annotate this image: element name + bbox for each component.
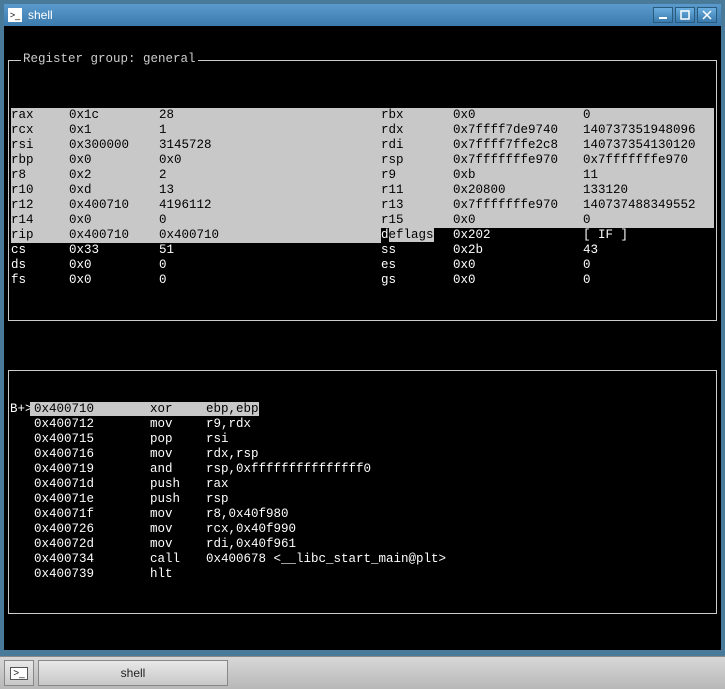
asm-row: 0x400726movrcx,0x40f990 [10, 522, 715, 537]
asm-row: 0x400734call0x400678 <__libc_start_main@… [10, 552, 715, 567]
terminal-content[interactable]: Register group: general rax0x1c28rbx0x00… [4, 26, 721, 650]
register-row: fs0x00gs0x00 [11, 273, 714, 288]
register-row: ds0x00es0x00 [11, 258, 714, 273]
register-row: rsi0x3000003145728rdi0x7ffff7ffe2c814073… [11, 138, 714, 153]
asm-row: 0x40071fmovr8,0x40f980 [10, 507, 715, 522]
asm-row: 0x400719andrsp,0xfffffffffffffff0 [10, 462, 715, 477]
register-row: rax0x1c28rbx0x00 [11, 108, 714, 123]
taskbar-task-shell[interactable]: shell [38, 660, 228, 686]
taskbar: >_ shell [0, 656, 725, 689]
register-row: cs0x3351ss0x2b43 [11, 243, 714, 258]
asm-row: 0x400715poprsi [10, 432, 715, 447]
asm-row: 0x40071dpushrax [10, 477, 715, 492]
register-row: r80x22r90xb11 [11, 168, 714, 183]
register-row: rip0x4007100x400710deflags0x202[ IF ] [11, 228, 714, 243]
register-row: r120x4007104196112r130x7fffffffe97014073… [11, 198, 714, 213]
maximize-button[interactable] [675, 7, 695, 23]
disassembly-panel: B+>0x400710xorebp,ebp0x400712movr9,rdx0x… [8, 370, 717, 614]
register-panel: Register group: general rax0x1c28rbx0x00… [8, 60, 717, 321]
minimize-button[interactable] [653, 7, 673, 23]
terminal-window: >_ shell Register group: general rax0x1c… [3, 3, 722, 651]
register-row: r140x00r150x00 [11, 213, 714, 228]
app-icon: >_ [8, 8, 22, 22]
asm-row: 0x40072dmovrdi,0x40f961 [10, 537, 715, 552]
asm-row: 0x400712movr9,rdx [10, 417, 715, 432]
asm-row: B+>0x400710xorebp,ebp [10, 402, 715, 417]
taskbar-launcher[interactable]: >_ [4, 660, 34, 686]
titlebar[interactable]: >_ shell [4, 4, 721, 26]
asm-row: 0x400716movrdx,rsp [10, 447, 715, 462]
register-group-label: Register group: general [21, 52, 198, 67]
asm-row: 0x40071epushrsp [10, 492, 715, 507]
terminal-icon: >_ [10, 667, 27, 680]
window-title: shell [28, 8, 651, 22]
register-row: r100xd13r110x20800133120 [11, 183, 714, 198]
register-row: rbp0x00x0rsp0x7fffffffe9700x7fffffffe970 [11, 153, 714, 168]
register-row: rcx0x11rdx0x7ffff7de9740140737351948096 [11, 123, 714, 138]
asm-row: 0x400739hlt [10, 567, 715, 582]
taskbar-task-label: shell [121, 666, 146, 680]
close-button[interactable] [697, 7, 717, 23]
